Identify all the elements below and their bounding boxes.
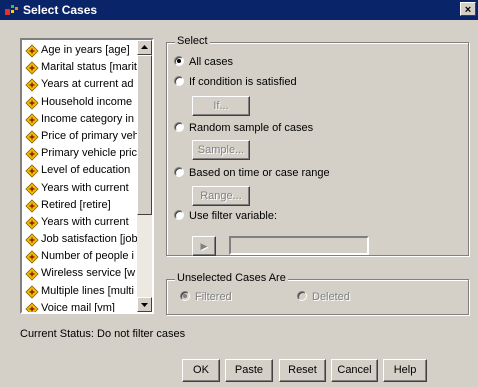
radio-all-cases[interactable]: All cases bbox=[174, 56, 233, 70]
radio-label: If condition is satisfied bbox=[189, 76, 297, 88]
list-item[interactable]: Retired [retire] bbox=[22, 197, 137, 214]
list-item[interactable]: Voice mail [vm] bbox=[22, 300, 137, 314]
unselected-legend: Unselected Cases Are bbox=[175, 272, 288, 284]
window-title: Select Cases bbox=[23, 3, 98, 17]
scroll-up-button[interactable] bbox=[137, 40, 152, 55]
range-button[interactable]: Range... bbox=[192, 186, 250, 206]
scale-variable-icon bbox=[25, 233, 39, 247]
radio-button[interactable] bbox=[174, 56, 184, 67]
current-status: Current Status: Do not filter cases bbox=[20, 328, 186, 340]
list-item[interactable]: Household income bbox=[22, 94, 137, 111]
variable-label: Household income bbox=[41, 95, 133, 108]
scale-variable-icon bbox=[25, 216, 39, 230]
ok-button[interactable]: OK bbox=[182, 359, 220, 382]
variable-label: Retired [retire] bbox=[41, 198, 111, 211]
variable-label: Age in years [age] bbox=[41, 44, 130, 56]
list-item[interactable]: Level of education bbox=[22, 162, 137, 179]
variable-label: Income category in bbox=[41, 112, 134, 125]
spss-app-icon bbox=[5, 5, 18, 15]
list-item[interactable]: Marital status [marit bbox=[22, 59, 137, 76]
scale-variable-icon bbox=[25, 95, 39, 110]
paste-button[interactable]: Paste bbox=[225, 359, 273, 382]
variable-label: Level of education bbox=[41, 164, 131, 177]
help-button[interactable]: Help bbox=[383, 359, 427, 382]
list-item[interactable]: Age in years [age] bbox=[22, 42, 137, 59]
scale-variable-icon bbox=[25, 164, 39, 178]
variable-label: Years at current ad bbox=[41, 78, 134, 91]
radio-label: All cases bbox=[189, 56, 234, 68]
variable-label: Number of people i bbox=[41, 250, 134, 263]
scale-variable-icon bbox=[25, 302, 39, 312]
variable-list[interactable]: Age in years [age] Marital status [marit Y… bbox=[20, 38, 154, 314]
select-legend: Select bbox=[175, 35, 210, 47]
list-scrollbar[interactable] bbox=[137, 40, 152, 312]
radio-time-range[interactable]: Based on time or case range bbox=[174, 167, 330, 181]
scale-variable-icon bbox=[25, 78, 39, 92]
radio-button[interactable] bbox=[174, 167, 184, 178]
list-item[interactable]: Multiple lines [multi bbox=[22, 283, 137, 300]
sample-button[interactable]: Sample... bbox=[192, 140, 250, 160]
radio-label: Deleted bbox=[312, 291, 350, 303]
cancel-button[interactable]: Cancel bbox=[331, 359, 378, 382]
list-item[interactable]: Price of primary veh bbox=[22, 128, 137, 145]
scale-variable-icon bbox=[25, 267, 39, 282]
variable-label: Job satisfaction [job bbox=[41, 233, 137, 246]
scroll-thumb[interactable] bbox=[137, 55, 152, 215]
scale-variable-icon bbox=[25, 285, 39, 299]
radio-deleted[interactable]: Deleted bbox=[297, 291, 350, 305]
variable-label: Years with current bbox=[41, 215, 129, 228]
scale-variable-icon bbox=[25, 250, 39, 264]
list-item[interactable]: Wireless service [w bbox=[22, 265, 137, 282]
filter-variable-field[interactable] bbox=[229, 236, 369, 255]
scale-variable-icon bbox=[25, 44, 39, 58]
list-item[interactable]: Number of people i bbox=[22, 248, 137, 265]
radio-button[interactable] bbox=[174, 210, 184, 221]
radio-button[interactable] bbox=[297, 291, 307, 302]
scale-variable-icon bbox=[25, 61, 39, 75]
variable-label: Primary vehicle pric bbox=[41, 147, 137, 160]
scroll-down-button[interactable] bbox=[137, 297, 152, 312]
variable-label: Price of primary veh bbox=[41, 129, 137, 142]
radio-filter-variable[interactable]: Use filter variable: bbox=[174, 210, 277, 224]
radio-label: Use filter variable: bbox=[189, 210, 278, 222]
radio-filtered[interactable]: Filtered bbox=[180, 291, 232, 305]
list-item[interactable]: Years with current bbox=[22, 180, 137, 197]
variable-label: Marital status [marit bbox=[41, 61, 137, 74]
scale-variable-icon bbox=[25, 147, 39, 161]
radio-label: Based on time or case range bbox=[189, 167, 330, 179]
close-button[interactable]: × bbox=[460, 2, 476, 16]
radio-label: Random sample of cases bbox=[189, 122, 314, 134]
filter-arrow-button[interactable]: ▶ bbox=[192, 236, 216, 256]
radio-button[interactable] bbox=[174, 122, 184, 133]
scale-variable-icon bbox=[25, 199, 39, 213]
title-bar: Select Cases × bbox=[0, 0, 478, 20]
list-item[interactable]: Years at current ad bbox=[22, 76, 137, 93]
scale-variable-icon bbox=[25, 181, 39, 196]
if-button[interactable]: If... bbox=[192, 96, 250, 116]
variable-label: Wireless service [w bbox=[41, 267, 136, 280]
scale-variable-icon bbox=[25, 130, 39, 144]
variable-label: Multiple lines [multi bbox=[41, 284, 134, 297]
variable-list-items: Age in years [age] Marital status [marit Y… bbox=[22, 42, 137, 314]
radio-button[interactable] bbox=[174, 76, 184, 87]
radio-button[interactable] bbox=[180, 291, 190, 302]
arrow-up-icon bbox=[141, 45, 148, 49]
scale-variable-icon bbox=[25, 113, 39, 127]
radio-random-sample[interactable]: Random sample of cases bbox=[174, 122, 313, 136]
list-item[interactable]: Years with current bbox=[22, 214, 137, 231]
radio-if-condition[interactable]: If condition is satisfied bbox=[174, 76, 297, 90]
arrow-down-icon bbox=[141, 303, 148, 307]
variable-label: Years with current bbox=[41, 181, 129, 194]
list-item[interactable]: Primary vehicle pric bbox=[22, 145, 137, 162]
variable-label: Voice mail [vm] bbox=[41, 301, 115, 314]
list-item[interactable]: Income category in bbox=[22, 111, 137, 128]
reset-button[interactable]: Reset bbox=[279, 359, 326, 382]
list-item[interactable]: Job satisfaction [job bbox=[22, 231, 137, 248]
radio-label: Filtered bbox=[195, 291, 232, 303]
